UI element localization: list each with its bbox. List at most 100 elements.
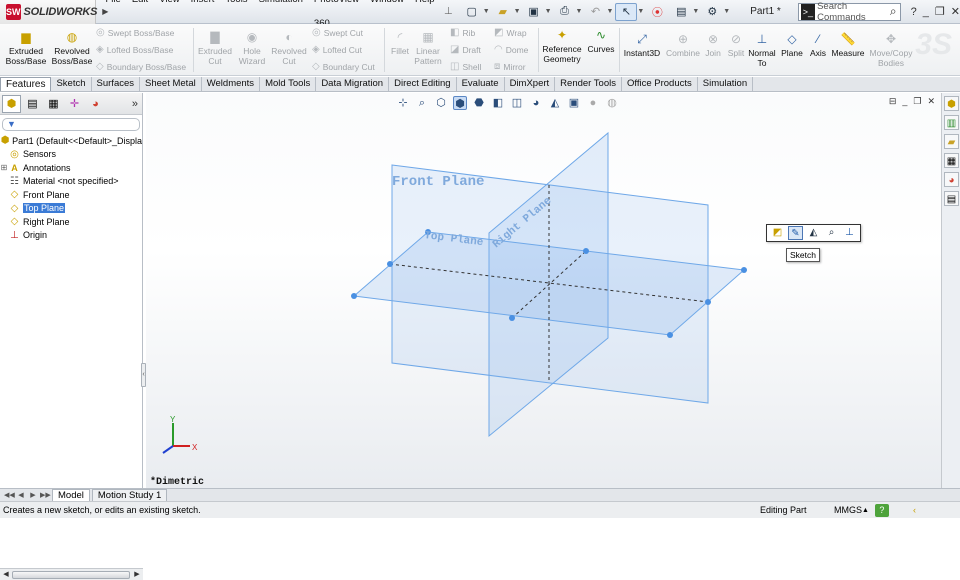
tree-root-part[interactable]: ⬢ Part1 (Default<<Default>_Displa xyxy=(0,134,142,148)
solidworks-resources-icon[interactable]: ⬢ xyxy=(944,96,959,111)
scroll-right-icon[interactable]: ▶ xyxy=(132,570,142,580)
edit-feature-icon[interactable]: ◩ xyxy=(770,226,785,240)
next-tab-icon[interactable]: ▶ xyxy=(28,491,38,499)
design-library-icon[interactable]: ▥ xyxy=(944,115,959,130)
normal-to-button[interactable]: ⊥ Normal To xyxy=(748,32,776,68)
shell-button[interactable]: ◫ Shell xyxy=(450,61,481,72)
tab-sheet-metal[interactable]: Sheet Metal xyxy=(140,77,202,91)
pin-icon[interactable]: ⊥ xyxy=(444,6,453,17)
tab-motion-study-1[interactable]: Motion Study 1 xyxy=(91,488,168,502)
revolved-cut-button[interactable]: ◐ Revolved Cut xyxy=(270,30,308,66)
tab-sketch[interactable]: Sketch xyxy=(51,77,92,91)
rib-button[interactable]: ◧ Rib xyxy=(450,27,475,38)
search-commands-icon[interactable]: >_ xyxy=(800,3,816,20)
lofted-cut-button[interactable]: ◈ Lofted Cut xyxy=(312,44,362,55)
reference-geometry-button[interactable]: ✦ Reference Geometry xyxy=(541,28,583,64)
unit-dropdown-icon[interactable]: ▲ xyxy=(862,507,869,514)
boundary-boss-button[interactable]: ◇ Boundary Boss/Base xyxy=(96,61,186,72)
tree-item-annotations[interactable]: ⊞ A Annotations xyxy=(0,161,142,175)
save-icon[interactable]: ▣ xyxy=(523,3,545,21)
undo-dropdown-icon[interactable]: ▼ xyxy=(606,8,613,15)
curves-button[interactable]: ∿ Curves xyxy=(585,28,617,54)
property-manager-tab-icon[interactable]: ▤ xyxy=(23,95,42,113)
undo-icon[interactable]: ↶ xyxy=(584,3,606,21)
search-box[interactable]: >_ Search Commands ⌕ xyxy=(797,1,901,23)
split-button[interactable]: ⊘ Split xyxy=(725,32,747,58)
tab-features[interactable]: Features xyxy=(0,77,52,91)
axis-button[interactable]: ⁄ Axis xyxy=(806,32,830,58)
feature-manager-tab-icon[interactable]: ⬢ xyxy=(2,94,21,113)
restore-icon[interactable]: ❐ xyxy=(935,5,945,18)
expand-plus-icon[interactable]: ⊞ xyxy=(0,163,8,172)
properties-dropdown-icon[interactable]: ▼ xyxy=(692,8,699,15)
display-manager-tab-icon[interactable]: ◕ xyxy=(86,95,105,113)
view-palette-icon[interactable]: ▦ xyxy=(944,153,959,168)
instant3d-button[interactable]: ⤢ Instant3D xyxy=(621,32,663,58)
more-tabs-icon[interactable]: » xyxy=(132,98,138,110)
new-dropdown-icon[interactable]: ▼ xyxy=(483,8,490,15)
fillet-button[interactable]: ◜ Fillet xyxy=(387,30,413,56)
draft-button[interactable]: ◪ Draft xyxy=(450,44,481,55)
last-tab-icon[interactable]: ▶▶ xyxy=(40,491,51,499)
wrap-button[interactable]: ◩ Wrap xyxy=(494,27,527,38)
dimxpert-manager-tab-icon[interactable]: ✛ xyxy=(65,95,84,113)
sketch-icon[interactable]: ✎ xyxy=(788,226,803,240)
tab-model[interactable]: Model xyxy=(52,488,90,502)
minimize-icon[interactable]: _ xyxy=(923,6,929,18)
top-plane-handle[interactable] xyxy=(351,293,357,299)
save-dropdown-icon[interactable]: ▼ xyxy=(545,8,552,15)
boundary-cut-button[interactable]: ◇ Boundary Cut xyxy=(312,61,375,72)
close-icon[interactable]: ✕ xyxy=(951,5,960,18)
tree-item-front-plane[interactable]: ◇ Front Plane xyxy=(0,188,142,202)
custom-properties-icon[interactable]: ▤ xyxy=(944,191,959,206)
normal-to-icon[interactable]: ⊥ xyxy=(842,226,857,240)
help-question-icon[interactable]: ? xyxy=(911,6,917,18)
plane-button[interactable]: ◇ Plane xyxy=(778,32,806,58)
tree-item-sensors[interactable]: ◎ Sensors xyxy=(0,148,142,162)
top-plane-handle[interactable] xyxy=(509,315,515,321)
search-input[interactable]: Search Commands xyxy=(817,1,890,23)
print-icon[interactable]: ⎙ xyxy=(554,3,576,21)
combine-button[interactable]: ⊕ Combine xyxy=(665,32,701,58)
open-dropdown-icon[interactable]: ▼ xyxy=(514,8,521,15)
rebuild-traffic-light-icon[interactable]: ⦿ xyxy=(646,3,668,21)
top-plane-handle[interactable] xyxy=(583,248,589,254)
tab-dimxpert[interactable]: DimXpert xyxy=(505,77,556,91)
open-folder-icon[interactable]: ▰ xyxy=(492,3,514,21)
move-copy-bodies-button[interactable]: ✥ Move/Copy Bodies xyxy=(866,32,916,68)
tree-item-material-not-specified[interactable]: ☷ Material <not specified> xyxy=(0,175,142,189)
unit-system[interactable]: MMGS xyxy=(834,505,862,515)
lofted-boss-button[interactable]: ◈ Lofted Boss/Base xyxy=(96,44,173,55)
top-plane-handle[interactable] xyxy=(667,332,673,338)
magnifier-icon[interactable]: ⌕ xyxy=(890,4,897,19)
file-properties-icon[interactable]: ▤ xyxy=(670,3,692,21)
extruded-cut-button[interactable]: ▇ Extruded Cut xyxy=(196,30,234,66)
scroll-left-icon[interactable]: ◀ xyxy=(1,570,11,580)
hole-wizard-button[interactable]: ◉ Hole Wizard xyxy=(234,30,270,66)
tab-render-tools[interactable]: Render Tools xyxy=(555,77,622,91)
tab-evaluate[interactable]: Evaluate xyxy=(457,77,505,91)
configuration-manager-tab-icon[interactable]: ▦ xyxy=(44,95,63,113)
swept-boss-button[interactable]: ◎ Swept Boss/Base xyxy=(96,27,174,38)
graphics-area[interactable]: ⊹ ⌕ ⬡ ⬢ ⬣ ◧ ◫ ◕ ◭ ▣ ● ◍ ⊟ _ ❐ ✕ Front Pl… xyxy=(146,93,941,488)
select-dropdown-icon[interactable]: ▼ xyxy=(637,8,644,15)
file-explorer-icon[interactable]: ▰ xyxy=(944,134,959,149)
tab-surfaces[interactable]: Surfaces xyxy=(92,77,141,91)
measure-button[interactable]: 📏 Measure xyxy=(830,32,866,58)
tab-mold-tools[interactable]: Mold Tools xyxy=(260,77,317,91)
tab-weldments[interactable]: Weldments xyxy=(202,77,261,91)
join-button[interactable]: ⊗ Join xyxy=(702,32,724,58)
tab-office-products[interactable]: Office Products xyxy=(622,77,698,91)
top-plane-handle[interactable] xyxy=(741,267,747,273)
quick-tips-icon[interactable]: ? xyxy=(874,503,889,517)
first-tab-icon[interactable]: ◀◀ xyxy=(4,491,15,499)
linear-pattern-button[interactable]: ▦ Linear Pattern xyxy=(413,30,443,66)
top-plane-handle[interactable] xyxy=(705,299,711,305)
tab-simulation[interactable]: Simulation xyxy=(698,77,754,91)
new-document-icon[interactable]: ▢ xyxy=(461,3,483,21)
panel-horizontal-scrollbar[interactable]: ◀ ▶ xyxy=(0,568,143,580)
dome-button[interactable]: ◠ Dome xyxy=(494,44,528,55)
tab-data-migration[interactable]: Data Migration xyxy=(316,77,390,91)
mirror-button[interactable]: ⧈ Mirror xyxy=(494,61,526,72)
swept-cut-button[interactable]: ◎ Swept Cut xyxy=(312,27,363,38)
